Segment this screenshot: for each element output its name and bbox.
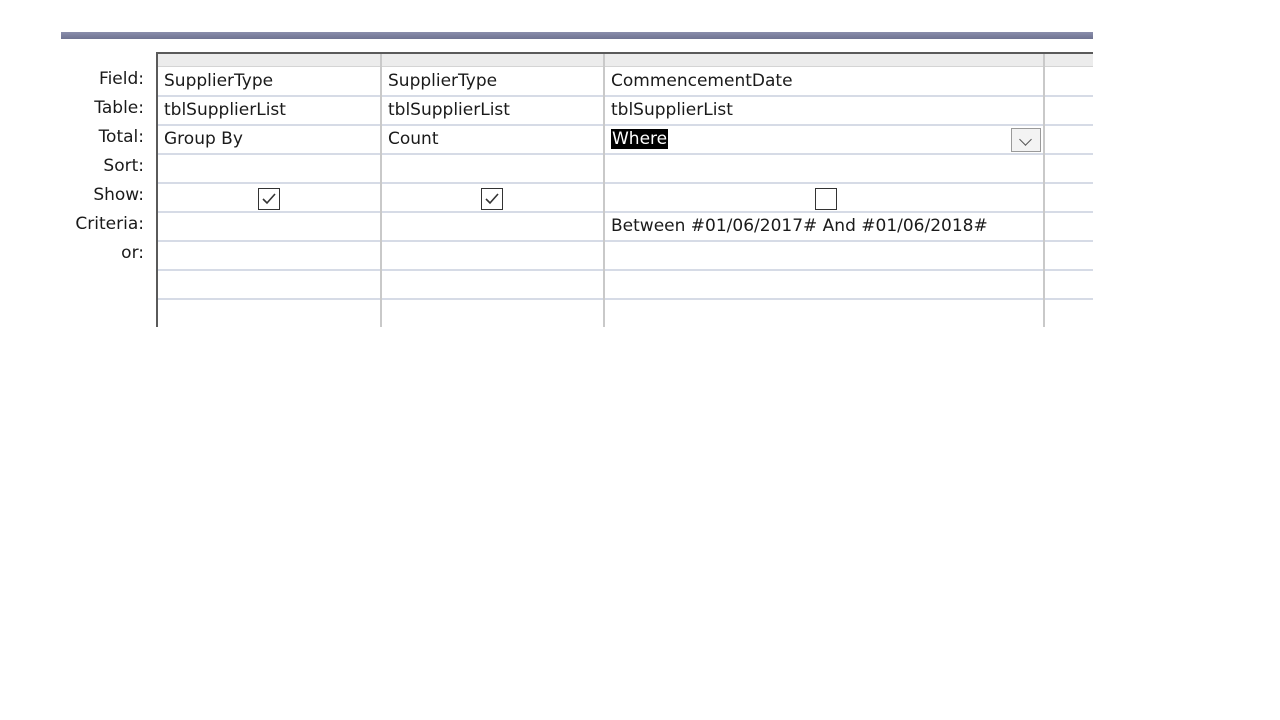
query-design-grid: Field: Table: Total: Sort: Show: Criteri… <box>61 52 1093 327</box>
col3-criteria-cell[interactable]: Between #01/06/2017# And #01/06/2018# <box>605 212 1043 240</box>
col1-total-cell[interactable]: Group By <box>158 125 380 153</box>
design-grid-columns: SupplierType tblSupplierList Group By Su… <box>156 52 1093 327</box>
checkmark-icon <box>262 193 276 205</box>
col2-sort-cell[interactable] <box>382 154 603 182</box>
col3-or-cell[interactable] <box>605 241 1043 269</box>
col3-field-cell[interactable]: CommencementDate <box>605 67 1043 95</box>
col2-total-cell[interactable]: Count <box>382 125 603 153</box>
row-label-or: or: <box>121 243 144 263</box>
col1-field-cell[interactable]: SupplierType <box>158 67 380 95</box>
col3-total-cell[interactable]: Where <box>605 125 1043 153</box>
col2-field-cell[interactable]: SupplierType <box>382 67 603 95</box>
col4-field-cell[interactable] <box>1045 67 1093 95</box>
col1-table-cell[interactable]: tblSupplierList <box>158 96 380 124</box>
checkmark-icon <box>485 193 499 205</box>
col1-criteria-cell[interactable] <box>158 212 380 240</box>
row-label-total: Total: <box>98 127 144 147</box>
col3-total-selected-text: Where <box>611 129 669 149</box>
row-label-show: Show: <box>93 185 144 205</box>
col2-table-cell[interactable]: tblSupplierList <box>382 96 603 124</box>
col1-show-checkbox[interactable] <box>258 188 280 210</box>
col1-sort-cell[interactable] <box>158 154 380 182</box>
col2-show-checkbox[interactable] <box>481 188 503 210</box>
row-label-criteria: Criteria: <box>75 214 144 234</box>
total-dropdown-button[interactable] <box>1011 128 1041 152</box>
row-divider <box>158 182 1093 184</box>
row-label-table: Table: <box>94 98 144 118</box>
row-divider <box>158 269 1093 271</box>
col2-criteria-cell[interactable] <box>382 212 603 240</box>
row-label-field: Field: <box>99 69 144 89</box>
col3-table-cell[interactable]: tblSupplierList <box>605 96 1043 124</box>
col2-or-cell[interactable] <box>382 241 603 269</box>
row-label-sort: Sort: <box>103 156 144 176</box>
col3-sort-cell[interactable] <box>605 154 1043 182</box>
row-divider <box>158 298 1093 300</box>
col3-show-checkbox[interactable] <box>815 188 837 210</box>
window-top-bar <box>61 32 1093 39</box>
column-selector-strip[interactable] <box>158 54 1093 67</box>
col1-or-cell[interactable] <box>158 241 380 269</box>
